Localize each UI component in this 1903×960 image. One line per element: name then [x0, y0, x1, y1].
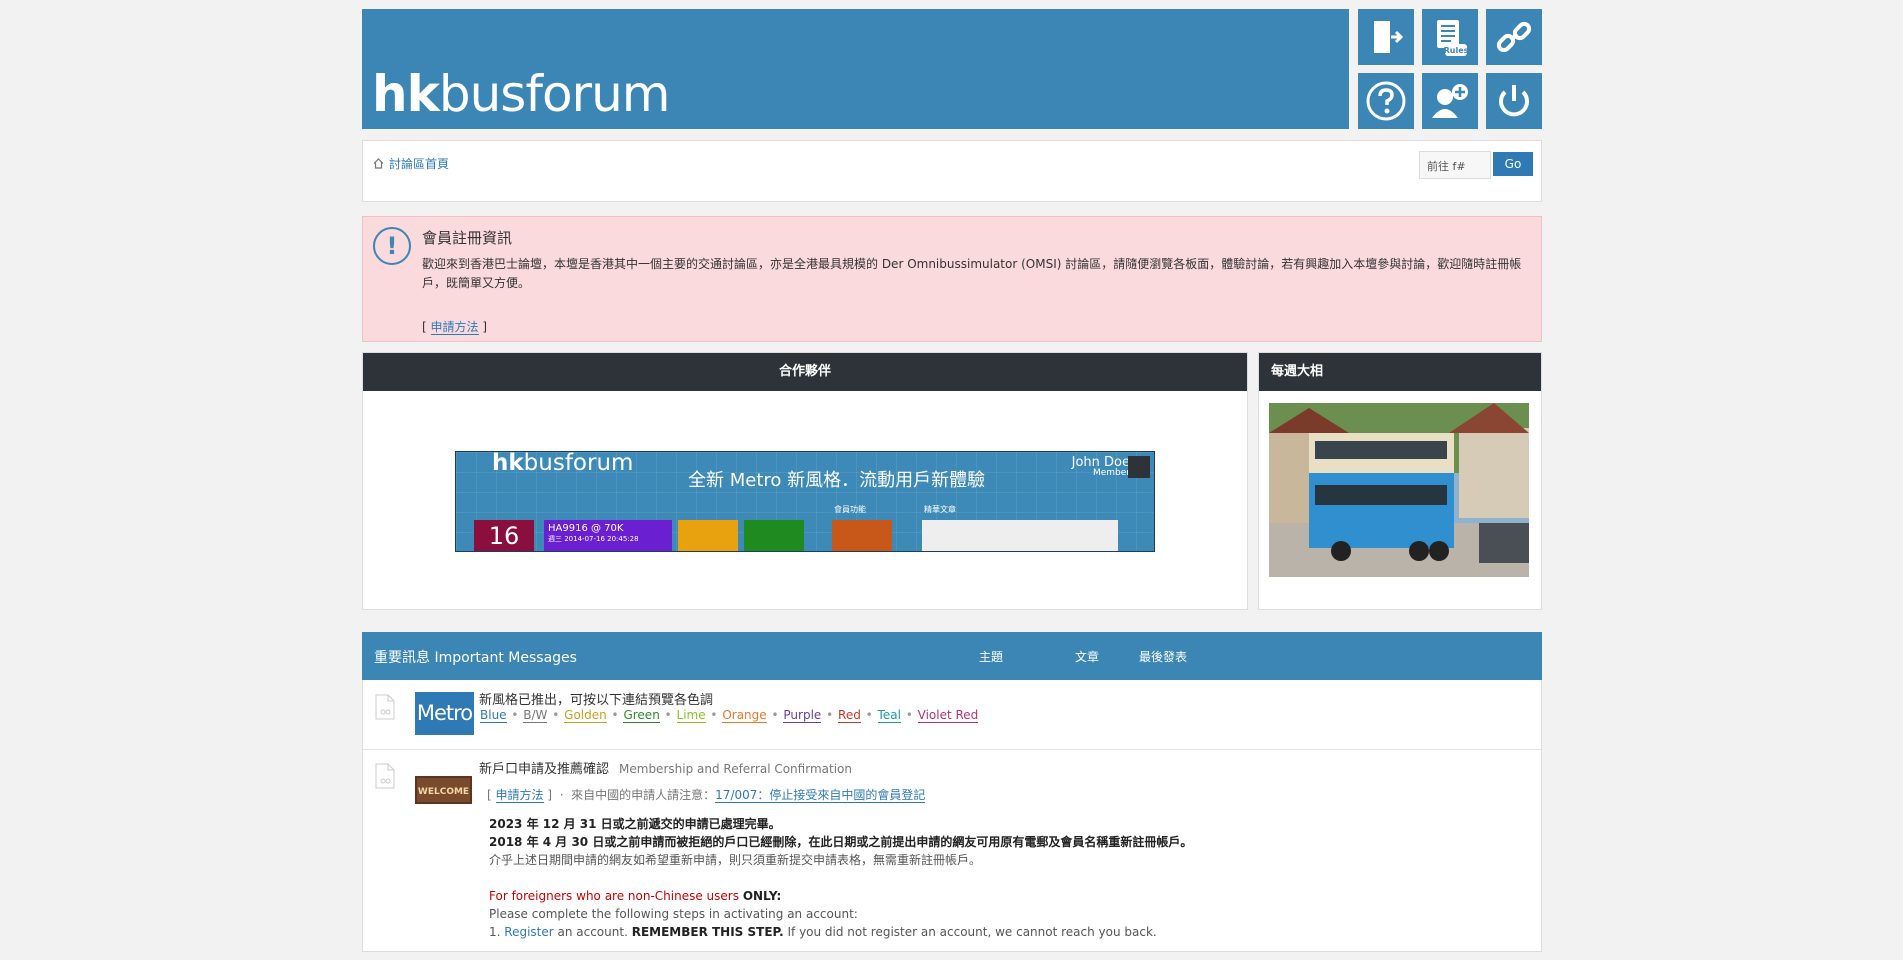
important-messages: 重要訊息 Important Messages 主題 文章 最後發表 Metro… [362, 632, 1542, 952]
china-notice-link[interactable]: 17/007：停止接受來自中國的會員登記 [715, 788, 926, 803]
logout-tile[interactable] [1486, 73, 1542, 129]
svg-text:Rules: Rules [1444, 46, 1469, 55]
login-tile[interactable] [1358, 9, 1414, 65]
color-link-teal[interactable]: Teal [877, 708, 901, 723]
color-link-orange[interactable]: Orange [722, 708, 767, 723]
login-door-icon [1374, 21, 1404, 53]
topic-row[interactable]: WELCOME 新戶口申請及推薦確認 Membership and Referra… [363, 750, 1541, 960]
banner-headline: 全新 Metro 新風格．流動用戶新體驗 [688, 470, 986, 491]
style-color-links: Blue • B/W • Golden • Green • Lime • Ora… [480, 708, 979, 723]
register-link[interactable]: Register [504, 925, 553, 939]
topic-row[interactable]: Metro 新風格已推出，可按以下連結預覽各色調 Blue • B/W • Go… [363, 681, 1541, 750]
color-link-lime[interactable]: Lime [676, 708, 706, 723]
color-link-bw[interactable]: B/W [523, 708, 548, 723]
banner-member-label: 會員功能 [834, 505, 866, 514]
partners-panel: 合作夥伴 hkbusforum 全新 Metro 新風格．流動用戶新體驗 Joh… [362, 352, 1248, 610]
notice-title: 會員註冊資訊 [422, 229, 513, 247]
col-last-post: 最後發表 [1139, 650, 1188, 664]
notice-body: 歡迎來到香港巴士論壇，本壇是香港其中一個主要的交通討論區，亦是全港最具規模的 D… [422, 257, 1522, 290]
topic-read-icon [375, 694, 395, 720]
important-header: 重要訊息 Important Messages 主題 文章 最後發表 [362, 632, 1542, 680]
color-link-red[interactable]: Red [838, 708, 861, 723]
jump-input[interactable]: 前往 f# [1419, 151, 1491, 179]
registration-notice: ! 會員註冊資訊 歡迎來到香港巴士論壇，本壇是香港其中一個主要的交通討論區，亦是… [362, 216, 1542, 342]
important-title: 重要訊息 Important Messages [374, 650, 577, 666]
home-icon [373, 158, 384, 169]
weekly-photo[interactable] [1269, 403, 1529, 577]
topic-read-icon [375, 763, 395, 789]
banner-featured-tile [922, 520, 1118, 551]
add-user-icon [1432, 84, 1468, 118]
weekly-title: 每週大相 [1259, 353, 1541, 391]
col-topics: 主題 [979, 650, 1004, 664]
banner-date-tile: 16 [474, 520, 534, 551]
topic-links: [ 申請方法 ] · 來自中國的申請人請注意：17/007：停止接受來自中國的會… [487, 788, 926, 803]
breadcrumb-home[interactable]: 討論區首頁 [373, 155, 449, 172]
banner-featured-label: 精華文章 [924, 505, 956, 514]
banner-user: John Doe Member [1071, 455, 1130, 478]
metro-banner[interactable]: hkbusforum 全新 Metro 新風格．流動用戶新體驗 John Doe… [455, 451, 1155, 552]
apply-link[interactable]: 申請方法 [430, 320, 479, 335]
site-logo[interactable]: hkbusforum [372, 65, 670, 123]
banner-download-tile [678, 520, 738, 551]
link-icon [1496, 21, 1532, 53]
breadcrumb-home-label: 討論區首頁 [389, 157, 450, 171]
metro-badge: Metro [415, 692, 474, 735]
apply-method-link[interactable]: 申請方法 [495, 788, 544, 803]
go-button[interactable]: Go [1493, 152, 1533, 176]
col-posts: 文章 [1075, 650, 1100, 664]
color-link-green[interactable]: Green [623, 708, 660, 723]
rules-tile[interactable]: Rules [1422, 9, 1478, 65]
breadcrumb: 討論區首頁 前往 f# Go [362, 140, 1542, 202]
help-icon [1366, 81, 1406, 121]
banner-login-tile [744, 520, 804, 551]
color-link-violet-red[interactable]: Violet Red [917, 708, 979, 723]
help-tile[interactable] [1358, 73, 1414, 129]
color-link-purple[interactable]: Purple [783, 708, 822, 723]
user-icon [1128, 456, 1150, 478]
partners-title: 合作夥伴 [363, 353, 1247, 391]
banner-logo: hkbusforum [492, 451, 634, 476]
topic-body: 2023 年 12 月 31 日或之前遞交的申請已處理完畢。 2018 年 4 … [489, 817, 1193, 939]
rules-icon: Rules [1437, 20, 1469, 56]
welcome-badge: WELCOME [415, 776, 472, 804]
topic-title: 新戶口申請及推薦確認 Membership and Referral Confir… [479, 762, 852, 777]
banner-post-tile: HA9916 @ 70K 週三 2014-07-16 20:45:28 [544, 520, 672, 551]
banner-mail-tile [832, 520, 892, 551]
links-tile[interactable] [1486, 9, 1542, 65]
header-tiles: Rules [1358, 9, 1542, 129]
site-header: hkbusforum [362, 9, 1349, 129]
topic-title[interactable]: 新風格已推出，可按以下連結預覽各色調 [479, 689, 713, 708]
power-icon [1499, 85, 1529, 117]
register-tile[interactable] [1422, 73, 1478, 129]
info-icon: ! [373, 227, 411, 265]
color-link-golden[interactable]: Golden [564, 708, 607, 723]
notice-apply: [ 申請方法 ] [422, 320, 488, 335]
weekly-photo-panel: 每週大相 [1258, 352, 1542, 610]
color-link-blue[interactable]: Blue [480, 708, 507, 723]
